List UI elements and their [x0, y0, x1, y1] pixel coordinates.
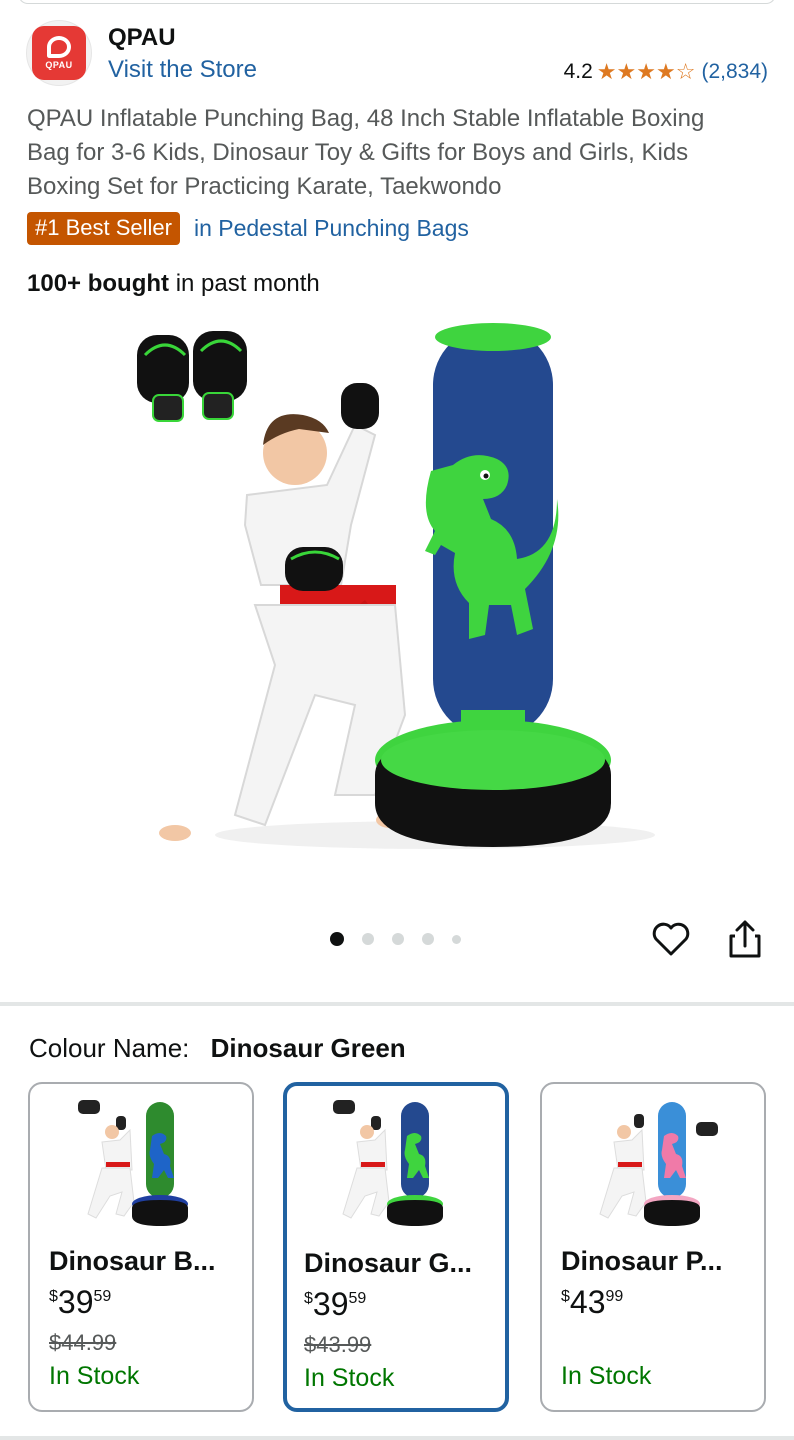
swatch-availability: In Stock	[561, 1362, 652, 1390]
logo-text: QPAU	[45, 60, 73, 70]
swatch-image	[333, 1100, 443, 1226]
price-currency: $	[561, 1288, 570, 1305]
price-fraction: 99	[605, 1288, 624, 1305]
bought-count-bold: 100+ bought	[27, 270, 170, 297]
colour-swatches: Dinosaur B... $ 39 59 $44.99 In Stock Di…	[28, 1082, 768, 1412]
swatch-price: $ 43 99	[561, 1284, 623, 1320]
swatch-price: $ 39 59	[304, 1286, 366, 1322]
price-whole: 43	[569, 1284, 606, 1320]
swatch-image	[78, 1100, 188, 1226]
star-empty-icon: ☆	[675, 59, 696, 84]
price-whole: 39	[312, 1286, 349, 1322]
section-divider	[0, 1002, 794, 1006]
carousel-dot[interactable]	[422, 933, 434, 945]
bought-count: 100+ bought in past month	[27, 270, 320, 298]
star-full-icon: ★	[616, 59, 637, 84]
swatch-dinosaur-pink[interactable]: Dinosaur P... $ 43 99 In Stock	[540, 1082, 766, 1412]
price-currency: $	[304, 1290, 313, 1307]
selected-colour-name: Dinosaur Green	[210, 1033, 406, 1063]
swatch-name: Dinosaur P...	[561, 1246, 723, 1276]
swatch-dinosaur-blue[interactable]: Dinosaur B... $ 39 59 $44.99 In Stock	[28, 1082, 254, 1412]
rating-summary[interactable]: 4.2 ★ ★ ★ ★ ☆ (2,834)	[564, 60, 768, 84]
colour-selector-label: Colour Name: Dinosaur Green	[29, 1033, 406, 1064]
review-count-link[interactable]: (2,834)	[701, 60, 768, 84]
carousel-dot[interactable]	[392, 933, 404, 945]
price-currency: $	[49, 1288, 58, 1305]
carousel-dot-active[interactable]	[330, 932, 344, 946]
child-image	[159, 383, 407, 841]
share-icon[interactable]	[727, 918, 763, 960]
store-header: QPAU QPAU Visit the Store 4.2 ★ ★ ★ ★ ☆ …	[26, 20, 768, 86]
boxing-gloves-image	[137, 331, 247, 422]
best-seller-category-link[interactable]: in Pedestal Punching Bags	[194, 215, 469, 242]
top-card-edge	[18, 0, 776, 4]
carousel-dot[interactable]	[452, 934, 461, 944]
swatch-price: $ 39 59	[49, 1284, 111, 1320]
swatch-availability: In Stock	[49, 1362, 140, 1390]
image-carousel-dots[interactable]	[330, 932, 479, 946]
best-seller-badge[interactable]: #1 Best Seller	[27, 212, 180, 245]
swatch-dinosaur-green[interactable]: Dinosaur G... $ 39 59 $43.99 In Stock	[283, 1082, 509, 1412]
product-title: QPAU Inflatable Punching Bag, 48 Inch St…	[27, 105, 705, 200]
colour-label: Colour Name:	[29, 1033, 190, 1063]
swatch-name: Dinosaur B...	[49, 1246, 216, 1276]
rating-value: 4.2	[563, 60, 593, 83]
store-name: QPAU	[108, 24, 176, 51]
best-seller-row: #1 Best Seller in Pedestal Punching Bags	[27, 212, 469, 245]
star-full-icon: ★	[596, 59, 617, 84]
carousel-dot[interactable]	[362, 933, 374, 945]
store-logo[interactable]: QPAU	[26, 20, 92, 86]
star-rating: ★ ★ ★ ★ ☆	[597, 61, 696, 83]
star-full-icon: ★	[655, 59, 676, 84]
punching-bag-image	[375, 323, 611, 847]
price-whole: 39	[57, 1284, 94, 1320]
price-fraction: 59	[348, 1290, 367, 1307]
swatch-list-price: $43.99	[304, 1332, 372, 1357]
visit-store-link[interactable]: Visit the Store	[108, 56, 257, 84]
bought-count-rest: in past month	[169, 270, 320, 297]
section-divider	[0, 1436, 794, 1440]
star-full-icon: ★	[636, 59, 656, 84]
swatch-image	[599, 1102, 718, 1226]
swatch-name: Dinosaur G...	[304, 1248, 473, 1278]
price-fraction: 59	[93, 1288, 112, 1305]
swatch-list-price: $44.99	[49, 1330, 117, 1355]
swatch-availability: In Stock	[304, 1364, 395, 1392]
product-image[interactable]	[135, 315, 660, 863]
heart-icon[interactable]	[651, 918, 691, 960]
